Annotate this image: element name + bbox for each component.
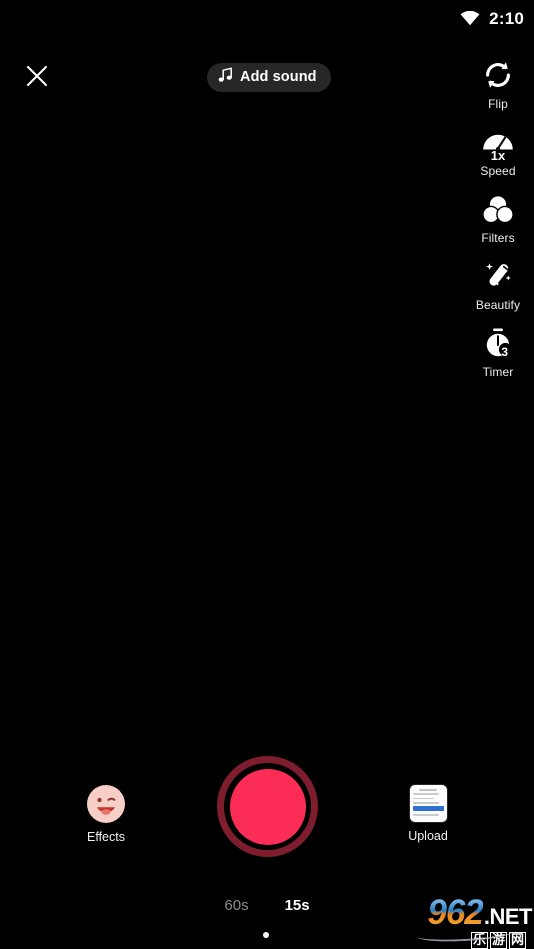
thumb-line — [412, 797, 435, 800]
duration-option-15s[interactable]: 15s — [279, 895, 316, 916]
thumb-line — [419, 789, 437, 791]
magic-wand-icon — [482, 257, 514, 295]
rail-label-timer: Timer — [482, 365, 514, 379]
speedometer-icon: 1x — [481, 123, 515, 163]
rail-label-beautify: Beautify — [475, 298, 521, 312]
music-note-icon — [218, 67, 233, 88]
watermark-cn-char: 网 — [508, 932, 526, 949]
record-button-fill — [229, 768, 306, 845]
watermark: 962 .NET 乐 游 网 — [415, 895, 534, 949]
upload-button[interactable]: Upload — [392, 785, 464, 843]
rail-label-filters: Filters — [481, 231, 515, 245]
rail-label-speed: Speed — [480, 164, 516, 178]
flip-camera-icon — [481, 56, 515, 94]
speed-badge: 1x — [490, 148, 506, 163]
upload-label: Upload — [408, 829, 448, 843]
effects-label: Effects — [87, 830, 125, 844]
add-sound-button[interactable]: Add sound — [207, 63, 331, 92]
add-sound-label: Add sound — [240, 69, 317, 86]
filters-circles-icon — [482, 190, 514, 228]
rail-item-speed[interactable]: 1x Speed — [462, 123, 534, 190]
camera-screen: 2:10 Add sound Flip 1x Speed Filters Bea… — [0, 0, 534, 949]
rail-item-flip[interactable]: Flip — [462, 56, 534, 123]
rail-item-beautify[interactable]: Beautify — [462, 257, 534, 324]
thumb-line — [412, 793, 439, 796]
winking-face-icon — [87, 785, 125, 823]
record-button[interactable] — [217, 756, 318, 857]
status-time: 2:10 — [489, 8, 524, 28]
duration-option-60s[interactable]: 60s — [218, 895, 254, 916]
watermark-number: 962 — [427, 895, 483, 933]
timer-badge: 3 — [501, 345, 508, 359]
watermark-primary: 962 .NET — [427, 895, 532, 930]
rail-item-timer[interactable]: 3 Timer — [462, 324, 534, 391]
thumb-line — [412, 813, 439, 816]
rail-label-flip: Flip — [488, 97, 508, 111]
wifi-icon — [460, 10, 480, 26]
close-x-icon — [25, 64, 49, 93]
thumb-blue-bar — [412, 805, 444, 812]
close-button[interactable] — [20, 60, 54, 96]
status-bar: 2:10 — [0, 0, 534, 36]
thumb-line — [412, 801, 439, 804]
right-tool-rail: Flip 1x Speed Filters Beautify 3 Timer — [462, 56, 534, 391]
rail-item-filters[interactable]: Filters — [462, 190, 534, 257]
gallery-thumbnail-icon — [409, 785, 447, 822]
bottom-controls: Effects Upload — [0, 756, 534, 857]
effects-button[interactable]: Effects — [70, 785, 142, 844]
duration-selected-indicator — [263, 932, 269, 938]
stopwatch-icon: 3 — [482, 324, 514, 362]
